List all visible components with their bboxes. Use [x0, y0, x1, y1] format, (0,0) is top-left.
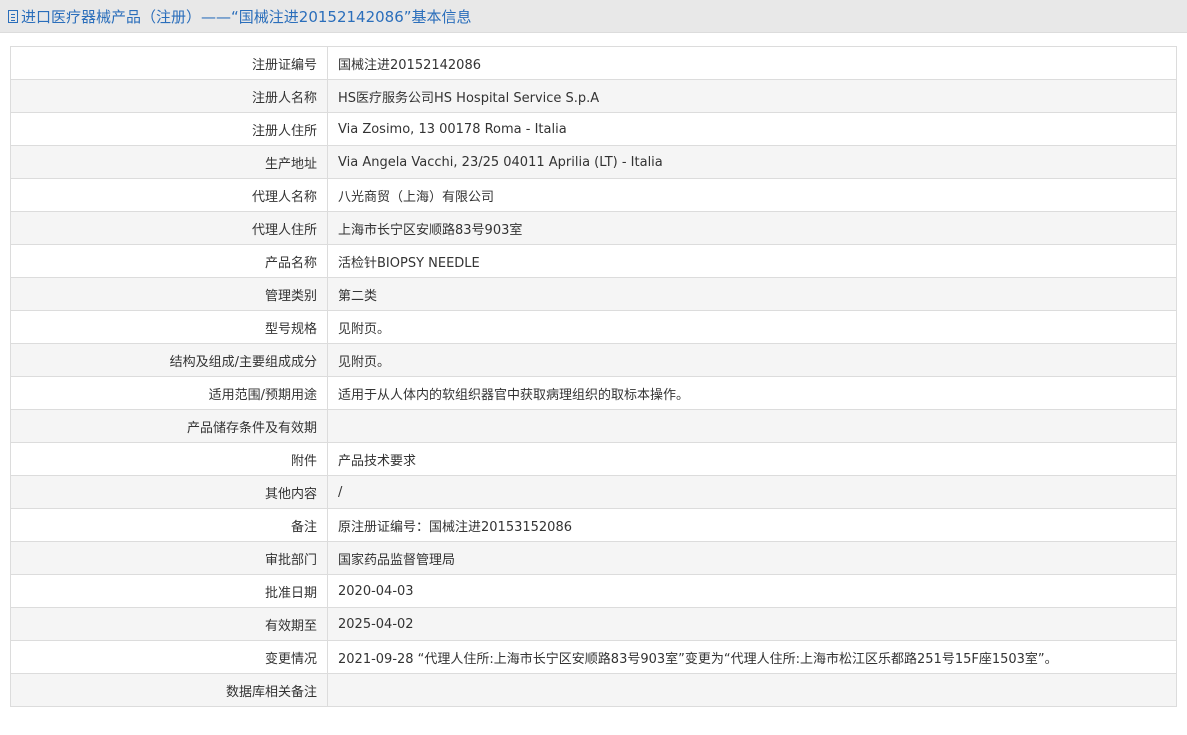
row-label: 适用范围/预期用途 [10, 376, 328, 410]
row-label: 管理类别 [10, 277, 328, 311]
row-label: 有效期至 [10, 607, 328, 641]
table-row: 结构及组成/主要组成成分 见附页。 [10, 343, 1177, 377]
table-row: 代理人名称 八光商贸（上海）有限公司 [10, 178, 1177, 212]
row-value: 八光商贸（上海）有限公司 [327, 178, 1177, 212]
row-value: 上海市长宁区安顺路83号903室 [327, 211, 1177, 245]
row-value: 适用于从人体内的软组织器官中获取病理组织的取标本操作。 [327, 376, 1177, 410]
row-value: 国械注进20152142086 [327, 46, 1177, 80]
table-row: 注册人住所 Via Zosimo, 13 00178 Roma - Italia [10, 112, 1177, 146]
row-label: 注册证编号 [10, 46, 328, 80]
row-label: 数据库相关备注 [10, 673, 328, 707]
table-row: 变更情况 2021-09-28 “代理人住所:上海市长宁区安顺路83号903室”变… [10, 640, 1177, 674]
row-label: 审批部门 [10, 541, 328, 575]
row-value: 第二类 [327, 277, 1177, 311]
row-label: 产品储存条件及有效期 [10, 409, 328, 443]
row-label: 结构及组成/主要组成成分 [10, 343, 328, 377]
row-value: 见附页。 [327, 310, 1177, 344]
row-value: 2025-04-02 [327, 607, 1177, 641]
row-value: 国家药品监督管理局 [327, 541, 1177, 575]
info-table-container: 注册证编号 国械注进20152142086 注册人名称 HS医疗服务公司HS Hosp… [10, 46, 1177, 707]
row-value: 产品技术要求 [327, 442, 1177, 476]
row-value: HS医疗服务公司HS Hospital Service S.p.A [327, 79, 1177, 113]
row-label: 注册人名称 [10, 79, 328, 113]
row-value: 2021-09-28 “代理人住所:上海市长宁区安顺路83号903室”变更为“代… [327, 640, 1177, 674]
table-row: 注册人名称 HS医疗服务公司HS Hospital Service S.p.A [10, 79, 1177, 113]
table-row: 注册证编号 国械注进20152142086 [10, 46, 1177, 80]
row-label: 其他内容 [10, 475, 328, 509]
row-value [327, 409, 1177, 443]
document-icon [8, 9, 18, 23]
page-header: 进口医疗器械产品（注册）——“国械注进20152142086”基本信息 [0, 0, 1187, 33]
table-row: 产品名称 活检针BIOPSY NEEDLE [10, 244, 1177, 278]
row-label: 批准日期 [10, 574, 328, 608]
row-value: 原注册证编号：国械注进20153152086 [327, 508, 1177, 542]
info-table-body: 注册证编号 国械注进20152142086 注册人名称 HS医疗服务公司HS Hosp… [10, 46, 1177, 707]
row-value: Via Zosimo, 13 00178 Roma - Italia [327, 112, 1177, 146]
row-value: 活检针BIOPSY NEEDLE [327, 244, 1177, 278]
table-row: 数据库相关备注 [10, 673, 1177, 707]
row-value: Via Angela Vacchi, 23/25 04011 Aprilia (… [327, 145, 1177, 179]
row-value: / [327, 475, 1177, 509]
table-row: 产品储存条件及有效期 [10, 409, 1177, 443]
table-row: 其他内容 / [10, 475, 1177, 509]
row-label: 变更情况 [10, 640, 328, 674]
table-row: 有效期至 2025-04-02 [10, 607, 1177, 641]
table-row: 备注 原注册证编号：国械注进20153152086 [10, 508, 1177, 542]
row-value: 2020-04-03 [327, 574, 1177, 608]
table-row: 适用范围/预期用途 适用于从人体内的软组织器官中获取病理组织的取标本操作。 [10, 376, 1177, 410]
row-label: 型号规格 [10, 310, 328, 344]
row-label: 附件 [10, 442, 328, 476]
table-row: 型号规格 见附页。 [10, 310, 1177, 344]
row-label: 生产地址 [10, 145, 328, 179]
info-table: 注册证编号 国械注进20152142086 注册人名称 HS医疗服务公司HS Hosp… [10, 46, 1177, 707]
row-label: 代理人名称 [10, 178, 328, 212]
page-title: 进口医疗器械产品（注册）——“国械注进20152142086”基本信息 [21, 7, 472, 26]
table-row: 审批部门 国家药品监督管理局 [10, 541, 1177, 575]
table-row: 批准日期 2020-04-03 [10, 574, 1177, 608]
table-row: 代理人住所 上海市长宁区安顺路83号903室 [10, 211, 1177, 245]
row-label: 备注 [10, 508, 328, 542]
table-row: 生产地址 Via Angela Vacchi, 23/25 04011 April… [10, 145, 1177, 179]
row-label: 代理人住所 [10, 211, 328, 245]
row-value [327, 673, 1177, 707]
row-label: 产品名称 [10, 244, 328, 278]
table-row: 附件 产品技术要求 [10, 442, 1177, 476]
table-row: 管理类别 第二类 [10, 277, 1177, 311]
row-label: 注册人住所 [10, 112, 328, 146]
row-value: 见附页。 [327, 343, 1177, 377]
